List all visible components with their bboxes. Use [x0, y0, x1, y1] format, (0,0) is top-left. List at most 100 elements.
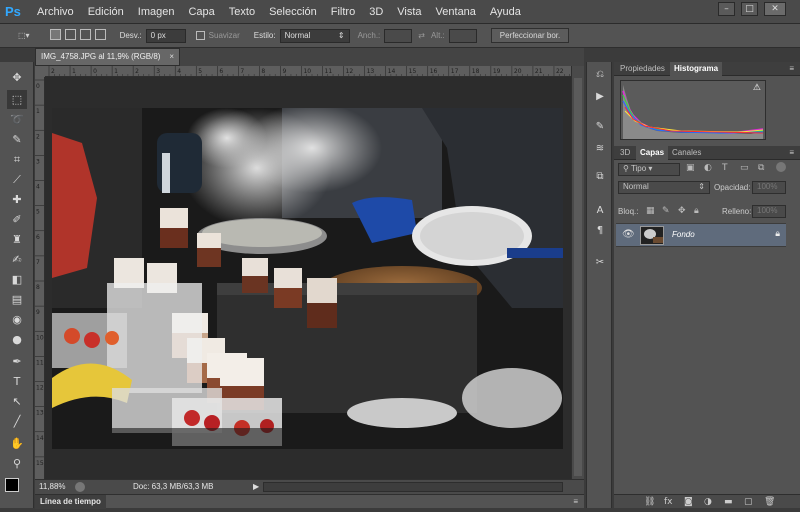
move-icon[interactable]: ✥: [7, 68, 27, 87]
intersect-selection-icon[interactable]: [94, 29, 106, 42]
layer-kind-filter[interactable]: ⚲ Tipo ▾: [618, 163, 680, 176]
swap-icon[interactable]: ⇄: [418, 31, 425, 40]
eye-icon[interactable]: 👁︎: [622, 229, 635, 240]
marquee-preset-icon[interactable]: ⬚▾: [18, 31, 30, 40]
new-layer-icon[interactable]: ▢: [744, 495, 753, 509]
filter-type-icon[interactable]: T: [722, 163, 728, 173]
lock-pixels-icon[interactable]: ✎: [662, 206, 670, 216]
tab-channels[interactable]: Canales: [668, 146, 705, 160]
filter-adjustment-icon[interactable]: ◐: [704, 163, 712, 173]
pen-icon[interactable]: ✒: [7, 352, 27, 371]
brush-settings-icon[interactable]: ≋: [590, 140, 610, 158]
tab-properties[interactable]: Propiedades: [616, 62, 669, 76]
add-selection-icon[interactable]: [64, 29, 76, 42]
warning-icon[interactable]: ⚠: [753, 83, 761, 93]
layer-row-fondo[interactable]: 👁︎ Fondo 🔒︎: [616, 223, 786, 247]
type-icon[interactable]: T: [7, 372, 27, 391]
tab-layers[interactable]: Capas: [636, 146, 669, 160]
adjustment-layer-icon[interactable]: ◑: [704, 495, 712, 509]
ruler-top[interactable]: 2 1 0 1 2 3 4 5 6 7 8 9 10 11 12 13 14 15 16 17 18 19 20 21 22: [45, 66, 571, 77]
filter-toggle-icon[interactable]: [776, 162, 786, 172]
brush-presets-icon[interactable]: ✎: [590, 118, 610, 136]
status-arrow-icon[interactable]: ▶: [253, 480, 259, 493]
minimize-button[interactable]: –: [718, 2, 735, 16]
filter-pixel-icon[interactable]: ▣: [686, 163, 695, 173]
eyedropper-icon[interactable]: ⟋: [7, 170, 27, 189]
width-input[interactable]: [384, 28, 413, 43]
close-tab-icon[interactable]: ×: [169, 49, 174, 65]
style-select[interactable]: Normal ⇕: [279, 28, 350, 43]
ruler-corner[interactable]: [35, 66, 45, 77]
healing-brush-icon[interactable]: ✚: [7, 190, 27, 209]
document-image[interactable]: [52, 108, 563, 449]
fill-input[interactable]: 100%: [752, 205, 786, 218]
new-group-icon[interactable]: ▬: [724, 495, 733, 509]
menu-3d[interactable]: 3D: [362, 6, 390, 18]
menu-imagen[interactable]: Imagen: [131, 6, 182, 18]
lock-transparent-icon[interactable]: ▦: [646, 206, 655, 216]
refine-edge-button[interactable]: Perfeccionar bor.: [490, 28, 570, 43]
marquee-icon[interactable]: ⬚: [7, 90, 27, 109]
menu-ayuda[interactable]: Ayuda: [483, 6, 528, 18]
history-brush-icon[interactable]: ✍: [7, 250, 27, 269]
status-menu-icon[interactable]: [75, 482, 85, 492]
new-selection-icon[interactable]: [49, 29, 61, 42]
menu-archivo[interactable]: Archivo: [30, 6, 81, 18]
menu-seleccion[interactable]: Selección: [262, 6, 324, 18]
add-mask-icon[interactable]: ◙: [684, 495, 693, 509]
lock-position-icon[interactable]: ✥: [678, 206, 686, 216]
history-icon[interactable]: ⎌: [590, 66, 610, 84]
link-layers-icon[interactable]: ⛓: [644, 495, 655, 509]
scroll-thumb[interactable]: [574, 78, 582, 476]
zoom-icon[interactable]: ⚲: [7, 454, 27, 473]
play-actions-icon[interactable]: ▶: [590, 88, 610, 106]
height-input[interactable]: [448, 28, 477, 43]
tab-3d[interactable]: 3D: [616, 146, 634, 160]
panel-menu-icon[interactable]: ≡: [789, 62, 794, 75]
tool-presets-icon[interactable]: ✂: [590, 254, 610, 272]
eraser-icon[interactable]: ◧: [7, 270, 27, 289]
lock-all-icon[interactable]: 🔒︎: [694, 206, 699, 216]
antialias-checkbox[interactable]: [195, 31, 205, 41]
subtract-selection-icon[interactable]: [79, 29, 91, 42]
close-window-button[interactable]: ✕: [764, 2, 786, 16]
timeline-tab[interactable]: Línea de tiempo: [35, 495, 106, 509]
feather-input[interactable]: 0 px: [145, 28, 186, 43]
menu-texto[interactable]: Texto: [222, 6, 262, 18]
document-tab[interactable]: IMG_4758.JPG al 11,9% (RGB/8) ×: [35, 48, 180, 66]
quick-select-icon[interactable]: ✎: [7, 130, 27, 149]
foreground-color[interactable]: [5, 478, 19, 492]
menu-vista[interactable]: Vista: [390, 6, 428, 18]
ruler-left[interactable]: 0 1 2 3 4 5 6 7 8 9 10 11 12 13 14 15: [35, 77, 45, 479]
panel-menu-icon[interactable]: ≡: [789, 146, 794, 159]
brush-icon[interactable]: ✐: [7, 210, 27, 229]
menu-filtro[interactable]: Filtro: [324, 6, 362, 18]
blur-icon[interactable]: ◉: [7, 310, 27, 329]
menu-capa[interactable]: Capa: [181, 6, 221, 18]
path-select-icon[interactable]: ↖: [7, 392, 27, 411]
blend-mode-select[interactable]: Normal ⇕: [618, 181, 710, 194]
opacity-input[interactable]: 100%: [752, 181, 786, 194]
menu-edicion[interactable]: Edición: [81, 6, 131, 18]
delete-layer-icon[interactable]: 🗑︎: [764, 495, 775, 509]
paragraph-icon[interactable]: ¶: [590, 222, 610, 240]
filter-shape-icon[interactable]: ▭: [740, 163, 749, 173]
fx-icon[interactable]: fx: [664, 495, 673, 509]
vertical-scrollbar[interactable]: [571, 66, 584, 479]
horizontal-scrollbar[interactable]: [263, 482, 563, 492]
zoom-level[interactable]: 11,88%: [39, 480, 66, 493]
lasso-icon[interactable]: ➰: [7, 110, 27, 129]
dodge-icon[interactable]: ●: [7, 330, 27, 349]
filter-smart-icon[interactable]: ⧉: [758, 163, 764, 173]
menu-ventana[interactable]: Ventana: [429, 6, 483, 18]
clone-stamp-icon[interactable]: ♜: [7, 230, 27, 249]
panel-menu-icon[interactable]: ≡: [573, 497, 578, 506]
clone-source-icon[interactable]: ⧉: [590, 168, 610, 186]
line-icon[interactable]: ╱: [7, 412, 27, 431]
tab-histogram[interactable]: Histograma: [670, 62, 723, 76]
hand-icon[interactable]: ✋: [7, 434, 27, 453]
crop-icon[interactable]: ⌗: [7, 150, 27, 169]
maximize-button[interactable]: □: [741, 2, 758, 16]
character-icon[interactable]: A: [590, 202, 610, 220]
gradient-icon[interactable]: ▤: [7, 290, 27, 309]
